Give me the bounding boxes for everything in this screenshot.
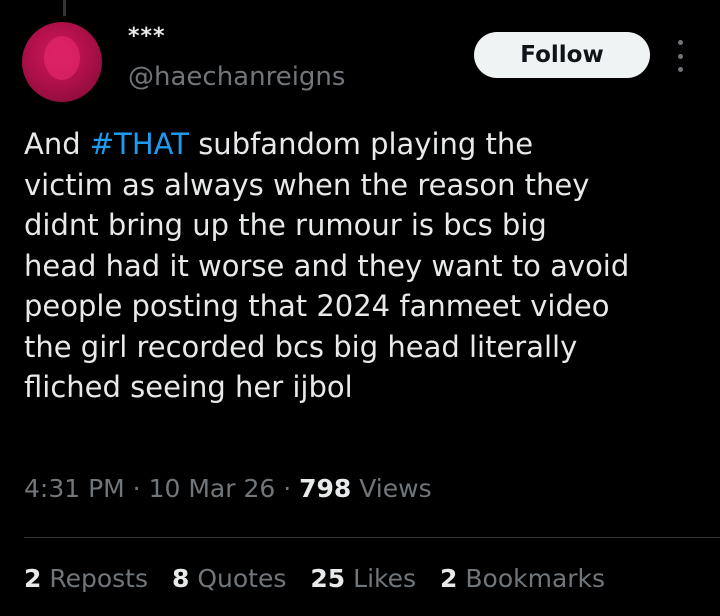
more-dot	[677, 67, 683, 72]
author-display-name[interactable]: ***	[128, 24, 166, 49]
bookmarks-label: Bookmarks	[457, 564, 606, 593]
bookmarks-stat[interactable]: 2 Bookmarks	[440, 564, 605, 593]
meta-separator: ·	[275, 474, 300, 503]
meta-separator: ·	[124, 474, 149, 503]
engagement-stats: 2 Reposts 8 Quotes 25 Likes 2 Bookmarks	[24, 564, 629, 593]
quotes-label: Quotes	[189, 564, 287, 593]
views-count: 798	[299, 474, 352, 503]
tweet-text-prefix: And	[24, 127, 90, 161]
divider	[24, 537, 720, 538]
tweet-meta: 4:31 PM · 10 Mar 26 · 798 Views	[24, 474, 432, 503]
likes-stat[interactable]: 25 Likes	[310, 564, 416, 593]
thread-connector-line	[63, 0, 66, 16]
tweet-time[interactable]: 4:31 PM	[24, 474, 125, 503]
tweet-text: And #THAT subfandom playing the victim a…	[24, 124, 704, 408]
follow-button[interactable]: Follow	[474, 32, 650, 78]
tweet-date[interactable]: 10 Mar 26	[149, 474, 276, 503]
bookmarks-count: 2	[440, 564, 458, 593]
reposts-count: 2	[24, 564, 42, 593]
views-label: Views	[351, 474, 432, 503]
more-dot	[677, 53, 683, 59]
reposts-stat[interactable]: 2 Reposts	[24, 564, 148, 593]
quotes-count: 8	[172, 564, 190, 593]
more-options-icon[interactable]	[668, 40, 692, 72]
tweet-text-body: subfandom playing the victim as always w…	[24, 127, 630, 404]
quotes-stat[interactable]: 8 Quotes	[172, 564, 286, 593]
author-handle[interactable]: @haechanreigns	[128, 62, 345, 92]
more-dot	[677, 40, 683, 45]
likes-label: Likes	[345, 564, 417, 593]
likes-count: 25	[310, 564, 346, 593]
reposts-label: Reposts	[41, 564, 148, 593]
avatar-image	[44, 36, 80, 80]
avatar[interactable]	[22, 22, 102, 102]
hashtag-link[interactable]: #THAT	[90, 127, 189, 161]
